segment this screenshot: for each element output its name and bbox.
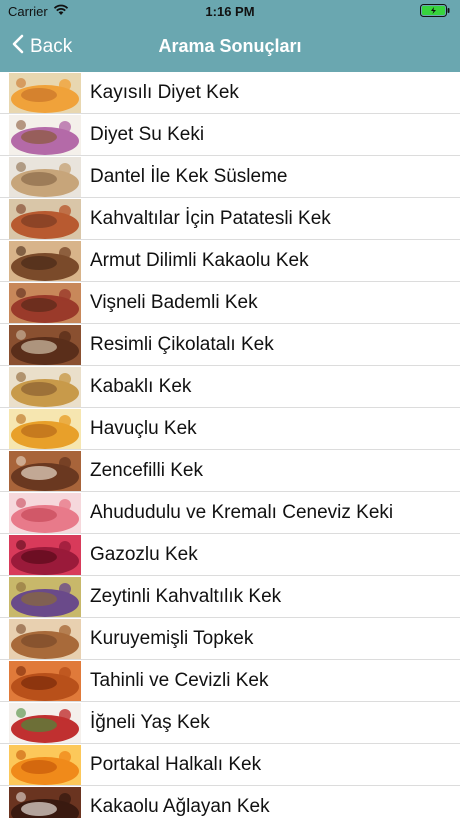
recipe-thumbnail bbox=[9, 367, 81, 407]
recipe-title: Zencefilli Kek bbox=[90, 460, 203, 481]
recipe-title: Gazozlu Kek bbox=[90, 544, 198, 565]
recipe-thumbnail bbox=[9, 451, 81, 491]
recipe-title: Dantel İle Kek Süsleme bbox=[90, 166, 288, 187]
recipe-title: Zeytinli Kahvaltılık Kek bbox=[90, 586, 282, 607]
list-item[interactable]: Resimli Çikolatalı Kek bbox=[0, 324, 460, 366]
recipe-thumbnail bbox=[9, 787, 81, 818]
recipe-thumbnail bbox=[9, 199, 81, 239]
recipe-thumbnail bbox=[9, 283, 81, 323]
list-item[interactable]: Vişneli Bademli Kek bbox=[0, 282, 460, 324]
recipe-title: Kahvaltılar İçin Patatesli Kek bbox=[90, 208, 331, 229]
recipe-title: Diyet Su Keki bbox=[90, 124, 205, 145]
recipe-thumbnail bbox=[9, 73, 81, 113]
list-item[interactable]: Portakal Halkalı Kek bbox=[0, 744, 460, 786]
recipe-thumbnail bbox=[9, 325, 81, 365]
recipe-title: Vişneli Bademli Kek bbox=[90, 292, 258, 313]
list-item[interactable]: Zeytinli Kahvaltılık Kek bbox=[0, 576, 460, 618]
list-item[interactable]: Gazozlu Kek bbox=[0, 534, 460, 576]
recipe-thumbnail bbox=[9, 157, 81, 197]
app-header: Carrier 1:16 PM Back Arama Sonuçları bbox=[0, 0, 460, 72]
recipe-title: Tahinli ve Cevizli Kek bbox=[90, 670, 269, 691]
recipe-title: Kuruyemişli Topkek bbox=[90, 628, 254, 649]
list-item[interactable]: Kuruyemişli Topkek bbox=[0, 618, 460, 660]
recipe-thumbnail bbox=[9, 115, 81, 155]
recipe-title: Kayısılı Diyet Kek bbox=[90, 82, 239, 103]
recipe-thumbnail bbox=[9, 703, 81, 743]
recipe-title: İğneli Yaş Kek bbox=[90, 712, 210, 733]
list-item[interactable]: Dantel İle Kek Süsleme bbox=[0, 156, 460, 198]
list-item[interactable]: Ahududulu ve Kremalı Ceneviz Keki bbox=[0, 492, 460, 534]
list-item[interactable]: İğneli Yaş Kek bbox=[0, 702, 460, 744]
recipe-title: Portakal Halkalı Kek bbox=[90, 754, 262, 775]
list-item[interactable]: Armut Dilimli Kakaolu Kek bbox=[0, 240, 460, 282]
list-item[interactable]: Tahinli ve Cevizli Kek bbox=[0, 660, 460, 702]
list-item[interactable]: Kakaolu Ağlayan Kek bbox=[0, 786, 460, 818]
list-item[interactable]: Kabaklı Kek bbox=[0, 366, 460, 408]
navigation-bar: Back Arama Sonuçları bbox=[0, 22, 460, 72]
results-list: Kayısılı Diyet Kek Diyet Su Keki Dantel İl… bbox=[0, 72, 460, 818]
recipe-title: Kabaklı Kek bbox=[90, 376, 192, 397]
recipe-title: Havuçlu Kek bbox=[90, 418, 197, 439]
list-item[interactable]: Havuçlu Kek bbox=[0, 408, 460, 450]
list-item[interactable]: Diyet Su Keki bbox=[0, 114, 460, 156]
recipe-title: Kakaolu Ağlayan Kek bbox=[90, 796, 270, 817]
list-item[interactable]: Kahvaltılar İçin Patatesli Kek bbox=[0, 198, 460, 240]
battery-icon bbox=[420, 4, 450, 17]
recipe-thumbnail bbox=[9, 661, 81, 701]
recipe-thumbnail bbox=[9, 409, 81, 449]
recipe-thumbnail bbox=[9, 535, 81, 575]
page-title: Arama Sonuçları bbox=[158, 36, 302, 56]
recipe-thumbnail bbox=[9, 619, 81, 659]
recipe-thumbnail bbox=[9, 577, 81, 617]
recipe-thumbnail bbox=[9, 241, 81, 281]
recipe-title: Armut Dilimli Kakaolu Kek bbox=[90, 250, 309, 271]
status-bar: Carrier 1:16 PM bbox=[0, 0, 460, 22]
status-time: 1:16 PM bbox=[205, 4, 255, 19]
list-item[interactable]: Kayısılı Diyet Kek bbox=[0, 72, 460, 114]
recipe-thumbnail bbox=[9, 745, 81, 785]
recipe-title: Resimli Çikolatalı Kek bbox=[90, 334, 274, 355]
recipe-title: Ahududulu ve Kremalı Ceneviz Keki bbox=[90, 502, 394, 523]
recipe-thumbnail bbox=[9, 493, 81, 533]
list-item[interactable]: Zencefilli Kek bbox=[0, 450, 460, 492]
